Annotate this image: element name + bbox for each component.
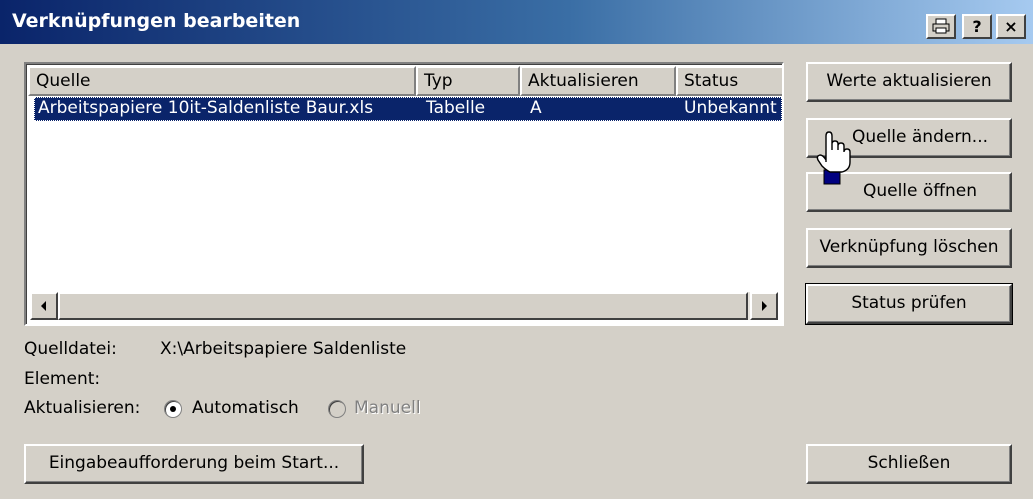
quelldatei-value: X:\Arbeitspapiere Saldenliste [160, 339, 407, 359]
scroll-left-arrow-icon[interactable] [30, 292, 58, 320]
eingabeaufforderung-button[interactable]: Eingabeaufforderung beim Start... [24, 444, 364, 484]
hand-cursor-icon [814, 126, 854, 190]
cell-quelle: Arbeitspapiere 10it-Saldenliste Baur.xls [38, 98, 374, 118]
manuell-label[interactable]: Manuell [354, 398, 421, 418]
element-label: Element: [24, 369, 101, 389]
column-header-aktualisieren[interactable]: Aktualisieren [520, 66, 676, 96]
schliessen-button[interactable]: Schließen [806, 444, 1012, 484]
quelldatei-label: Quelldatei: [24, 339, 117, 359]
verknuepfung-loeschen-button[interactable]: Verknüpfung löschen [806, 228, 1012, 268]
cell-status: Unbekannt [684, 98, 777, 118]
column-header-typ[interactable]: Typ [416, 66, 520, 96]
automatisch-radio[interactable] [164, 400, 182, 418]
title-bar: Verknüpfungen bearbeiten ? × [0, 0, 1033, 44]
window-title: Verknüpfungen bearbeiten [12, 10, 301, 32]
links-list[interactable]: Quelle Typ Aktualisieren Status Arbeitsp… [24, 62, 784, 326]
manuell-radio[interactable] [328, 400, 346, 418]
aktualisieren-label: Aktualisieren: [24, 398, 141, 418]
werte-aktualisieren-button[interactable]: Werte aktualisieren [806, 62, 1012, 102]
cell-typ: Tabelle [426, 98, 486, 118]
close-button[interactable]: × [996, 14, 1026, 39]
cell-aktualisieren: A [530, 98, 542, 118]
column-header-status[interactable]: Status [676, 66, 782, 96]
horizontal-scrollbar[interactable] [30, 292, 778, 320]
printer-icon[interactable] [926, 14, 956, 39]
scroll-thumb[interactable] [58, 292, 748, 320]
automatisch-label[interactable]: Automatisch [192, 398, 299, 418]
column-header-quelle[interactable]: Quelle [28, 66, 416, 96]
help-button[interactable]: ? [962, 14, 992, 39]
scroll-right-arrow-icon[interactable] [750, 292, 778, 320]
status-pruefen-button[interactable]: Status prüfen [805, 283, 1013, 325]
table-row[interactable]: Arbeitspapiere 10it-Saldenliste Baur.xls… [34, 97, 782, 121]
